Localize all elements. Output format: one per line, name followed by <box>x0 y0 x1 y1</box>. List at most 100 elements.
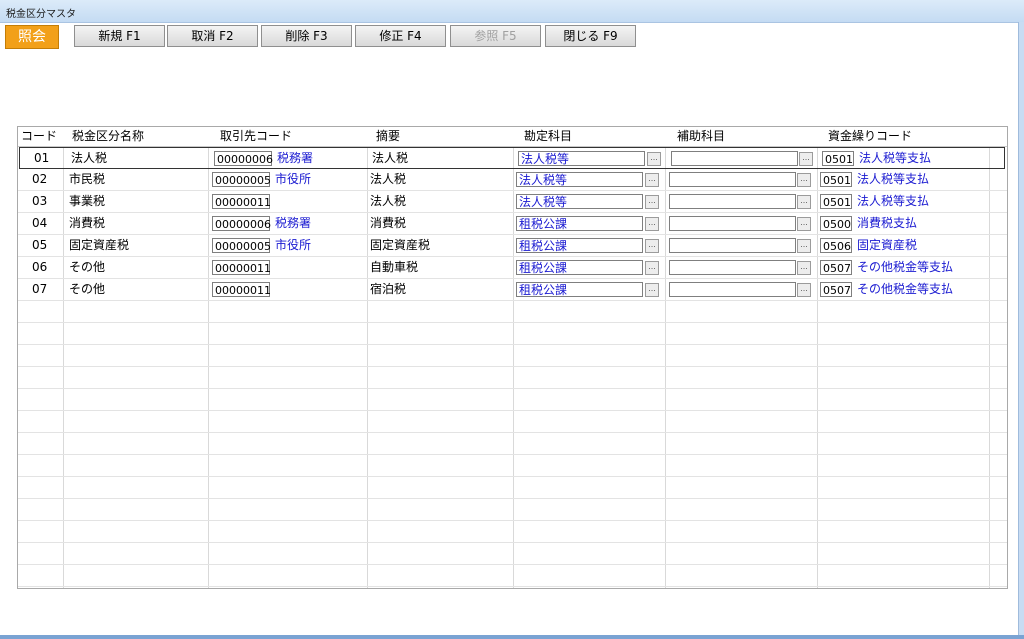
header-summary[interactable]: 摘要 <box>376 127 400 146</box>
sub-account-lookup-button[interactable]: ... <box>797 261 811 275</box>
table-row[interactable]: 01 法人税 00000006 税務署 法人税 法人税等...... 0501 法人税等支払 <box>19 147 1005 169</box>
table-row[interactable]: 05 固定資産税 00000005 市役所 固定資産税 租税公課...... 0506 固定資… <box>18 235 1007 257</box>
sub-account-field[interactable] <box>669 260 796 275</box>
empty-table-row <box>18 455 1007 477</box>
row-summary: 固定資産税 <box>370 238 431 252</box>
empty-table-row <box>18 499 1007 521</box>
fund-code-field[interactable]: 0501 <box>820 172 852 187</box>
row-code: 02 <box>32 172 48 186</box>
partner-code-field[interactable]: 00000011 <box>212 282 271 297</box>
account-lookup-button[interactable]: ... <box>647 152 661 166</box>
row-code: 06 <box>32 260 48 274</box>
tax-category-grid: コード 税金区分名称 取引先コード 摘要 勘定科目 補助科目 資金繰りコード 0… <box>17 126 1008 589</box>
close-button[interactable]: 閉じる F9 <box>545 25 636 47</box>
sub-account-lookup-button[interactable]: ... <box>799 152 813 166</box>
sub-account-lookup-button[interactable]: ... <box>797 173 811 187</box>
row-summary: 自動車税 <box>370 260 419 274</box>
empty-table-row <box>18 389 1007 411</box>
row-code: 05 <box>32 238 48 252</box>
grid-header: コード 税金区分名称 取引先コード 摘要 勘定科目 補助科目 資金繰りコード <box>18 127 1007 147</box>
row-name: 法人税 <box>71 151 108 165</box>
table-row[interactable]: 02 市民税 00000005 市役所 法人税 法人税等...... 0501 法人税等支払 <box>18 169 1007 191</box>
partner-code-field[interactable]: 00000006 <box>214 151 273 166</box>
account-lookup-button[interactable]: ... <box>645 261 659 275</box>
account-field[interactable]: 租税公課 <box>516 260 643 275</box>
partner-name: 税務署 <box>275 216 312 230</box>
delete-button[interactable]: 削除 F3 <box>261 25 352 47</box>
partner-name: 市役所 <box>275 238 312 252</box>
row-summary: 宿泊税 <box>370 282 407 296</box>
sub-account-field[interactable] <box>669 216 796 231</box>
account-field[interactable]: 法人税等 <box>516 194 643 209</box>
partner-code-field[interactable]: 00000005 <box>212 172 271 187</box>
account-lookup-button[interactable]: ... <box>645 173 659 187</box>
fund-name: その他税金等支払 <box>857 282 954 296</box>
edit-button[interactable]: 修正 F4 <box>355 25 446 47</box>
sub-account-lookup-button[interactable]: ... <box>797 283 811 297</box>
row-name: 固定資産税 <box>69 238 130 252</box>
partner-code-field[interactable]: 00000011 <box>212 194 271 209</box>
sub-account-field[interactable] <box>669 238 796 253</box>
reference-button: 参照 F5 <box>450 25 541 47</box>
header-partner-code[interactable]: 取引先コード <box>220 127 292 146</box>
row-summary: 消費税 <box>370 216 407 230</box>
partner-name: 市役所 <box>275 172 312 186</box>
empty-table-row <box>18 301 1007 323</box>
sub-account-field[interactable] <box>669 172 796 187</box>
sub-account-field[interactable] <box>669 282 796 297</box>
table-row[interactable]: 07 その他 00000011 宿泊税 租税公課...... 0507 その他税金等支払 <box>18 279 1007 301</box>
sub-account-lookup-button[interactable]: ... <box>797 195 811 209</box>
row-code: 04 <box>32 216 48 230</box>
fund-name: 法人税等支払 <box>859 151 932 165</box>
empty-table-row <box>18 565 1007 587</box>
account-field[interactable]: 租税公課 <box>516 238 643 253</box>
account-field[interactable]: 法人税等 <box>518 151 645 166</box>
table-row[interactable]: 03 事業税 00000011 法人税 法人税等...... 0501 法人税等支払 <box>18 191 1007 213</box>
partner-code-field[interactable]: 00000011 <box>212 260 271 275</box>
sub-account-field[interactable] <box>671 151 798 166</box>
fund-code-field[interactable]: 0501 <box>822 151 854 166</box>
account-lookup-button[interactable]: ... <box>645 239 659 253</box>
fund-name: 法人税等支払 <box>857 194 930 208</box>
row-name: 市民税 <box>69 172 106 186</box>
fund-name: 固定資産税 <box>857 238 918 252</box>
row-summary: 法人税 <box>370 194 407 208</box>
row-summary: 法人税 <box>370 172 407 186</box>
header-fund-code[interactable]: 資金繰りコード <box>828 127 912 146</box>
fund-code-field[interactable]: 0501 <box>820 194 852 209</box>
fund-code-field[interactable]: 0506 <box>820 238 852 253</box>
sub-account-field[interactable] <box>669 194 796 209</box>
empty-table-row <box>18 367 1007 389</box>
row-name: 消費税 <box>69 216 106 230</box>
account-field[interactable]: 法人税等 <box>516 172 643 187</box>
empty-table-row <box>18 521 1007 543</box>
account-lookup-button[interactable]: ... <box>645 283 659 297</box>
window-frame-bottom <box>0 635 1024 639</box>
fund-code-field[interactable]: 0500 <box>820 216 852 231</box>
sub-account-lookup-button[interactable]: ... <box>797 217 811 231</box>
table-row[interactable]: 06 その他 00000011 自動車税 租税公課...... 0507 その他税金等支払 <box>18 257 1007 279</box>
header-sub-account[interactable]: 補助科目 <box>677 127 725 146</box>
account-lookup-button[interactable]: ... <box>645 195 659 209</box>
new-button[interactable]: 新規 F1 <box>74 25 165 47</box>
header-account[interactable]: 勘定科目 <box>524 127 572 146</box>
table-row[interactable]: 04 消費税 00000006 税務署 消費税 租税公課...... 0500 消費税支払 <box>18 213 1007 235</box>
cancel-button[interactable]: 取消 F2 <box>167 25 258 47</box>
partner-code-field[interactable]: 00000006 <box>212 216 271 231</box>
header-name[interactable]: 税金区分名称 <box>72 127 144 146</box>
account-field[interactable]: 租税公課 <box>516 282 643 297</box>
fund-name: 消費税支払 <box>857 216 918 230</box>
fund-name: その他税金等支払 <box>857 260 954 274</box>
account-lookup-button[interactable]: ... <box>645 217 659 231</box>
fund-code-field[interactable]: 0507 <box>820 260 852 275</box>
sub-account-lookup-button[interactable]: ... <box>797 239 811 253</box>
empty-table-row <box>18 323 1007 345</box>
fund-code-field[interactable]: 0507 <box>820 282 852 297</box>
window-title: 税金区分マスタ <box>6 9 76 20</box>
window-frame-right <box>1018 22 1024 639</box>
row-code: 01 <box>34 151 50 165</box>
fund-name: 法人税等支払 <box>857 172 930 186</box>
header-code[interactable]: コード <box>21 127 57 146</box>
partner-code-field[interactable]: 00000005 <box>212 238 271 253</box>
account-field[interactable]: 租税公課 <box>516 216 643 231</box>
